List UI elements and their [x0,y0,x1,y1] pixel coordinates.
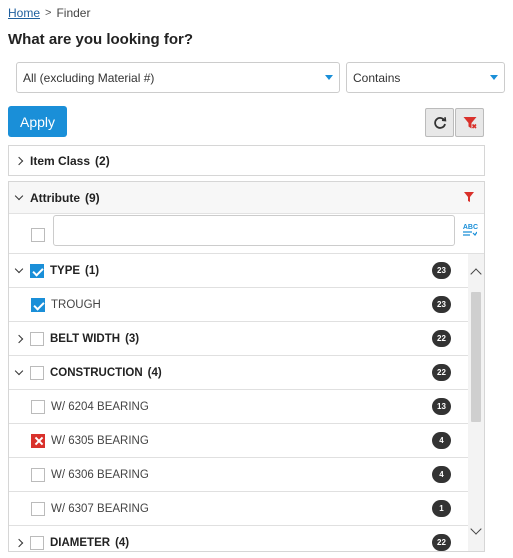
value-checkbox[interactable] [31,297,45,312]
group-count: (1) [85,264,100,277]
attribute-label: Attribute [30,190,80,205]
item-class-section: Item Class (2) [8,145,485,176]
group-label: BELT WIDTH [50,332,121,345]
item-class-header[interactable]: Item Class (2) [9,146,484,176]
apply-button[interactable]: Apply [8,106,67,137]
attribute-search-row: ABC [9,214,484,254]
count-badge: 4 [432,432,451,449]
count-badge: 23 [432,262,451,279]
group-label: TYPE [50,264,81,277]
value-checkbox[interactable] [31,467,45,482]
group-label: DIAMETER [50,536,111,549]
reset-button[interactable] [425,108,454,137]
attribute-header[interactable]: Attribute (9) [9,182,484,214]
group-checkbox[interactable] [30,365,44,380]
chevron-right-icon [14,156,24,166]
count-badge: 4 [432,466,451,483]
chevron-down-icon [14,191,24,200]
attribute-value-row[interactable]: TROUGH 23 [9,288,469,322]
group-checkbox[interactable] [30,535,44,550]
group-count: (4) [115,536,130,549]
spellcheck-lines [463,231,478,236]
clear-filters-button[interactable] [455,108,484,137]
page-title: What are you looking for? [8,31,194,48]
scope-select[interactable]: All (excluding Material #) [16,62,340,93]
count-badge: 1 [432,500,451,517]
value-label: W/ 6307 BEARING [51,502,149,515]
attribute-search-input[interactable] [53,215,455,246]
chevron-down-icon [325,75,333,80]
count-badge: 22 [432,364,451,381]
match-select-value: Contains [353,70,401,85]
spellcheck-icon[interactable]: ABC [463,224,478,239]
chevron-right-icon[interactable] [14,538,24,547]
attribute-section: Attribute (9) ABC TYPE (1) 23 TROUGH 23 [8,181,485,552]
group-count: (3) [125,332,140,345]
chevron-right-icon[interactable] [14,334,24,343]
value-label: W/ 6306 BEARING [51,468,149,481]
breadcrumb-current: Finder [56,6,91,20]
attribute-list-scrollbar[interactable] [468,254,484,551]
item-class-label: Item Class [30,154,91,168]
attribute-value-row[interactable]: W/ 6305 BEARING 4 [9,424,469,458]
attribute-group-belt-width[interactable]: BELT WIDTH (3) 22 [9,322,469,356]
value-checkbox[interactable] [31,501,45,516]
attribute-value-row[interactable]: W/ 6306 BEARING 4 [9,458,469,492]
count-badge: 22 [432,534,451,551]
scroll-down-icon[interactable] [470,523,482,535]
attribute-list: TYPE (1) 23 TROUGH 23 BELT WIDTH (3) 22 … [9,254,469,551]
refresh-icon [433,116,446,129]
match-select[interactable]: Contains [346,62,505,93]
breadcrumb: Home > Finder [8,6,90,20]
count-badge: 13 [432,398,451,415]
count-badge: 23 [432,296,451,313]
spellcheck-icon-text: ABC [462,224,478,231]
breadcrumb-home-link[interactable]: Home [8,6,40,20]
filter-clear-icon [463,116,477,129]
value-label: W/ 6305 BEARING [51,434,149,447]
select-all-checkbox[interactable] [31,228,45,242]
attribute-group-type[interactable]: TYPE (1) 23 [9,254,469,288]
filter-icon[interactable] [464,192,474,203]
attribute-count: (9) [85,190,100,205]
scroll-thumb[interactable] [471,292,481,422]
group-count: (4) [147,366,162,379]
scope-select-value: All (excluding Material #) [23,70,155,85]
group-checkbox[interactable] [30,263,44,278]
scroll-up-icon[interactable] [470,268,482,280]
value-label: W/ 6204 BEARING [51,400,149,413]
value-checkbox[interactable] [31,399,45,414]
chevron-down-icon[interactable] [14,366,24,375]
breadcrumb-separator: > [45,7,52,19]
attribute-value-row[interactable]: W/ 6307 BEARING 1 [9,492,469,526]
chevron-down-icon[interactable] [14,264,24,273]
attribute-group-diameter[interactable]: DIAMETER (4) 22 [9,526,469,551]
chevron-down-icon [490,75,498,80]
group-label: CONSTRUCTION [50,366,143,379]
value-checkbox-excluded[interactable] [31,433,45,448]
count-badge: 22 [432,330,451,347]
attribute-value-row[interactable]: W/ 6204 BEARING 13 [9,390,469,424]
group-checkbox[interactable] [30,331,44,346]
value-label: TROUGH [51,298,101,311]
attribute-group-construction[interactable]: CONSTRUCTION (4) 22 [9,356,469,390]
item-class-count: (2) [95,154,110,168]
